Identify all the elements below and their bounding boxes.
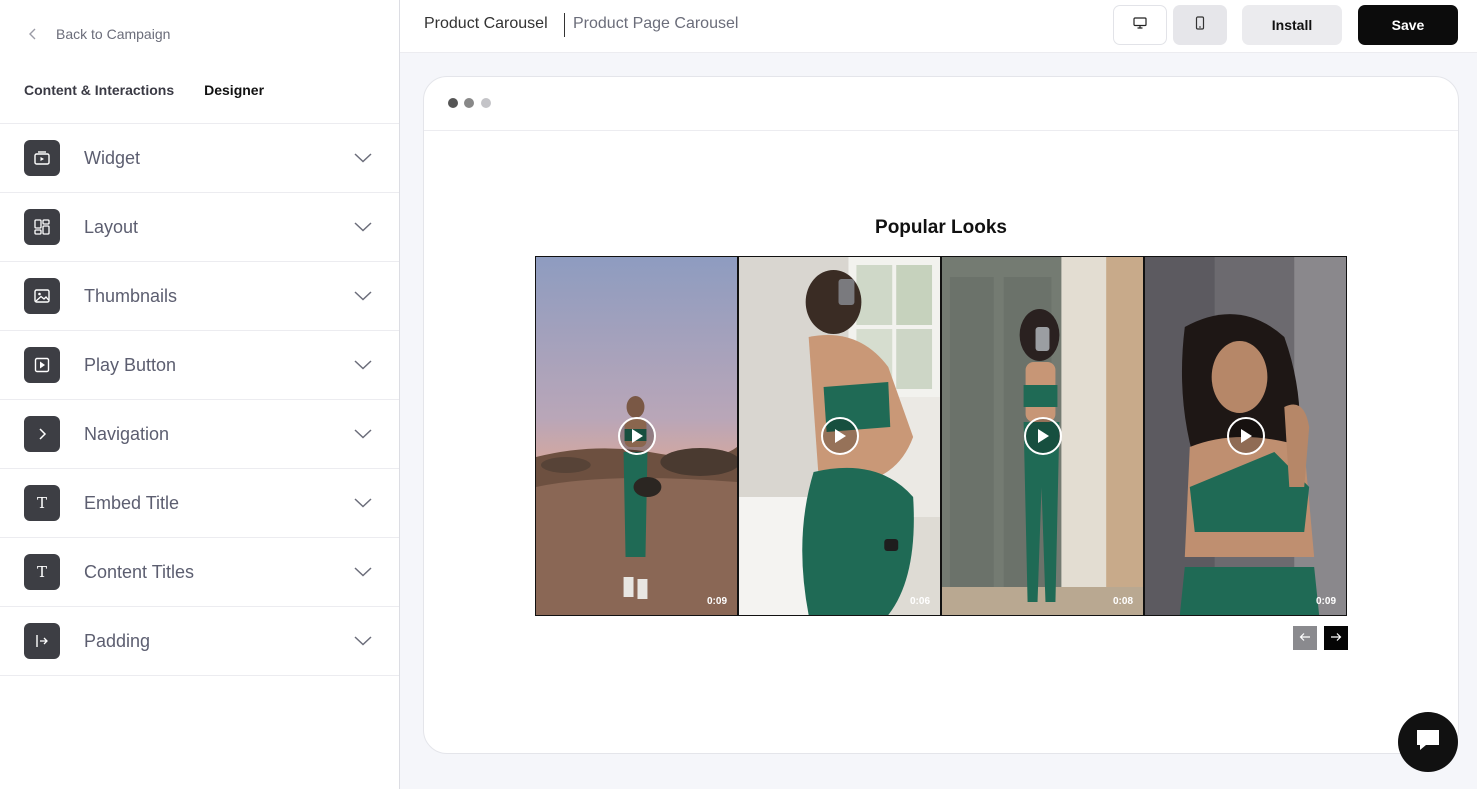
chat-launcher-button[interactable] [1398, 712, 1458, 772]
tab-content-interactions[interactable]: Content & Interactions [24, 70, 174, 124]
video-thumbnail[interactable]: 0:09 [536, 257, 737, 615]
play-icon [820, 417, 859, 455]
video-thumbnail[interactable]: 0:06 [739, 257, 940, 615]
tab-designer[interactable]: Designer [204, 70, 265, 124]
breadcrumb-widget-name[interactable]: Product Page Carousel [573, 15, 738, 33]
section-label: Padding [84, 630, 151, 651]
top-bar: Product Carousel Product Page Carousel I… [400, 0, 1477, 53]
chevron-down-icon [353, 286, 373, 306]
chevron-down-icon [353, 217, 373, 237]
arrow-right-icon [1330, 629, 1342, 647]
chevron-right-icon [24, 416, 60, 452]
video-carousel: 0:09 0:06 0:08 0:09 [535, 256, 1347, 616]
breadcrumb-divider [564, 13, 565, 37]
section-content-titles[interactable]: T Content Titles [0, 538, 399, 607]
video-duration: 0:06 [909, 596, 930, 607]
chevron-down-icon [353, 355, 373, 375]
mobile-icon [1195, 15, 1205, 35]
carousel-navigation [1293, 626, 1348, 650]
desktop-icon [1133, 16, 1147, 34]
text-icon: T [24, 485, 60, 521]
desktop-preview-button[interactable] [1113, 5, 1167, 45]
save-button[interactable]: Save [1358, 5, 1458, 45]
section-embed-title[interactable]: T Embed Title [0, 469, 399, 538]
play-square-icon [24, 347, 60, 383]
play-icon [1226, 417, 1265, 455]
play-icon [1023, 417, 1062, 455]
chevron-down-icon [353, 493, 373, 513]
video-duration: 0:09 [1315, 596, 1336, 607]
section-play-button[interactable]: Play Button [0, 331, 399, 400]
play-icon [617, 417, 656, 455]
window-dot [464, 98, 474, 108]
section-navigation[interactable]: Navigation [0, 400, 399, 469]
video-thumbnail[interactable]: 0:09 [1145, 257, 1346, 615]
designer-tabs: Content & Interactions Designer [24, 70, 265, 124]
padding-icon [24, 623, 60, 659]
window-dot [481, 98, 491, 108]
section-label: Embed Title [84, 492, 180, 513]
preview-frame: Popular Looks 0:09 0:06 0:08 0:09 [423, 76, 1459, 754]
chevron-down-icon [353, 148, 373, 168]
app: Back to Campaign Content & Interactions … [0, 0, 1477, 789]
settings-sections: Widget Layout Thumbnails Play Button Nav… [0, 124, 399, 676]
image-icon [24, 278, 60, 314]
section-label: Content Titles [84, 561, 195, 582]
section-layout[interactable]: Layout [0, 193, 399, 262]
embed-title: Popular Looks [875, 217, 1007, 238]
section-label: Widget [84, 147, 141, 168]
chevron-down-icon [353, 631, 373, 651]
text-icon: T [24, 554, 60, 590]
layout-icon [24, 209, 60, 245]
mobile-preview-button[interactable] [1173, 5, 1227, 45]
arrow-left-icon [1299, 629, 1311, 647]
section-label: Play Button [84, 354, 177, 375]
browser-chrome [424, 77, 1458, 131]
section-widget[interactable]: Widget [0, 124, 399, 193]
chevron-down-icon [353, 424, 373, 444]
chevron-down-icon [353, 562, 373, 582]
section-label: Navigation [84, 423, 170, 444]
section-padding[interactable]: Padding [0, 607, 399, 676]
back-to-campaign-link[interactable]: Back to Campaign [24, 22, 170, 46]
window-dot [448, 98, 458, 108]
widget-icon [24, 140, 60, 176]
back-label: Back to Campaign [56, 26, 171, 42]
chevron-left-icon [24, 25, 42, 43]
sidebar: Back to Campaign Content & Interactions … [0, 0, 400, 789]
video-duration: 0:09 [706, 596, 727, 607]
video-thumbnail[interactable]: 0:08 [942, 257, 1143, 615]
chat-bubble-icon [1414, 727, 1442, 758]
previous-arrow-button[interactable] [1293, 626, 1317, 650]
breadcrumb-campaign-type: Product Carousel [424, 15, 548, 32]
section-label: Thumbnails [84, 285, 178, 306]
next-arrow-button[interactable] [1324, 626, 1348, 650]
section-label: Layout [84, 216, 139, 237]
section-thumbnails[interactable]: Thumbnails [0, 262, 399, 331]
install-button[interactable]: Install [1242, 5, 1342, 45]
video-duration: 0:08 [1112, 596, 1133, 607]
